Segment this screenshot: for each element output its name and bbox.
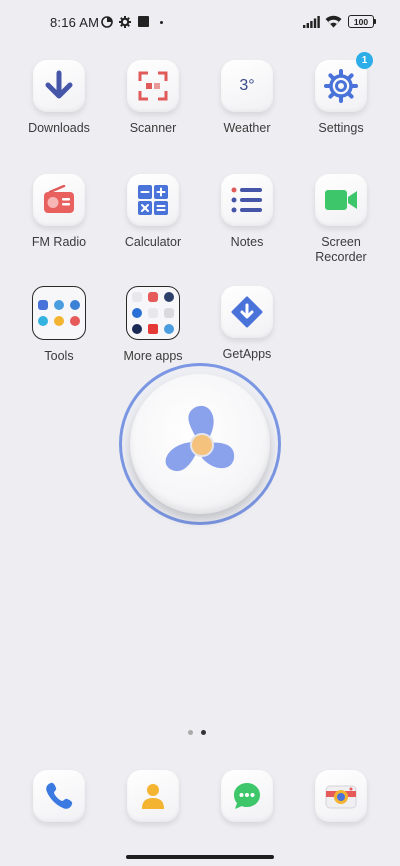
messages-icon (221, 770, 273, 822)
app-label: Settings (318, 121, 364, 135)
radio-icon (33, 174, 85, 226)
mini-app-icon (70, 316, 80, 326)
app-downloads[interactable]: Downloads (14, 60, 104, 136)
mini-app-icon (132, 308, 142, 318)
app-label: Downloads (28, 121, 90, 135)
home-indicator[interactable] (126, 855, 274, 859)
contacts-icon (127, 770, 179, 822)
app-label: Tools (44, 349, 74, 363)
app-label: Calculator (124, 235, 182, 249)
app-fm-radio[interactable]: FM Radio (14, 174, 104, 250)
app-notes[interactable]: Notes (202, 174, 292, 250)
data-saver-icon (101, 16, 113, 28)
app-label: More apps (123, 349, 183, 363)
app-calculator[interactable]: Calculator (108, 174, 198, 250)
gear-icon (119, 16, 131, 28)
folder-more-apps[interactable]: More apps (108, 286, 198, 364)
battery-level: 100 (353, 16, 369, 27)
dock-contacts[interactable] (127, 770, 179, 822)
calculator-icon (127, 174, 179, 226)
app-label: Weather (223, 121, 271, 135)
app-label: FM Radio (31, 235, 87, 249)
app-settings[interactable]: 1 Settings (296, 52, 386, 136)
weather-icon: 3° (221, 60, 273, 112)
video-camera-icon (315, 174, 367, 226)
dock-camera[interactable] (315, 770, 367, 822)
signal-icon (303, 16, 320, 28)
app-scanner[interactable]: Scanner (108, 60, 198, 136)
dot-icon (160, 21, 163, 24)
folder-icon (126, 286, 180, 340)
getapps-icon (221, 286, 273, 338)
square-icon (138, 16, 149, 27)
weather-temp: 3° (239, 77, 255, 94)
app-weather[interactable]: 3° Weather (202, 60, 292, 136)
fan-widget[interactable] (119, 363, 281, 525)
dock-phone[interactable] (33, 770, 85, 822)
app-screen-recorder[interactable]: Screen Recorder (296, 174, 386, 265)
mini-app-icon (148, 308, 158, 318)
page-dot-active[interactable] (201, 730, 206, 735)
download-arrow-icon (33, 60, 85, 112)
mini-app-icon (164, 308, 174, 318)
label-line-1: Screen (321, 235, 361, 249)
folder-icon (32, 286, 86, 340)
folder-tools[interactable]: Tools (14, 286, 104, 364)
mini-app-icon (54, 316, 64, 326)
status-bar: 8:16 AM 100 (0, 0, 400, 44)
app-label: Screen Recorder (296, 235, 386, 265)
page-indicator (188, 730, 206, 735)
notes-list-icon (221, 174, 273, 226)
fan-button[interactable] (130, 374, 270, 514)
fan-icon (165, 405, 235, 472)
scanner-frame-icon (127, 60, 179, 112)
mini-app-icon (148, 324, 158, 334)
mini-app-icon (164, 292, 174, 302)
mini-app-icon (38, 300, 48, 310)
gear-icon: 1 (315, 52, 373, 112)
phone-icon (33, 770, 85, 822)
mini-app-icon (132, 292, 142, 302)
dock-messages[interactable] (221, 770, 273, 822)
battery-icon: 100 (348, 15, 374, 28)
wifi-icon (325, 15, 342, 28)
mini-app-icon (148, 292, 158, 302)
label-line-2: Recorder (315, 250, 367, 264)
mini-app-icon (38, 316, 48, 326)
notification-badge: 1 (356, 52, 373, 69)
app-label: Scanner (129, 121, 177, 135)
mini-app-icon (132, 324, 142, 334)
app-getapps[interactable]: GetApps (202, 286, 292, 362)
mini-app-icon (164, 324, 174, 334)
app-label: GetApps (222, 347, 272, 361)
camera-icon (315, 770, 367, 822)
page-dot[interactable] (188, 730, 193, 735)
mini-app-icon (54, 300, 64, 310)
mini-app-icon (70, 300, 80, 310)
app-label: Notes (230, 235, 264, 249)
status-time: 8:16 AM (50, 15, 100, 30)
